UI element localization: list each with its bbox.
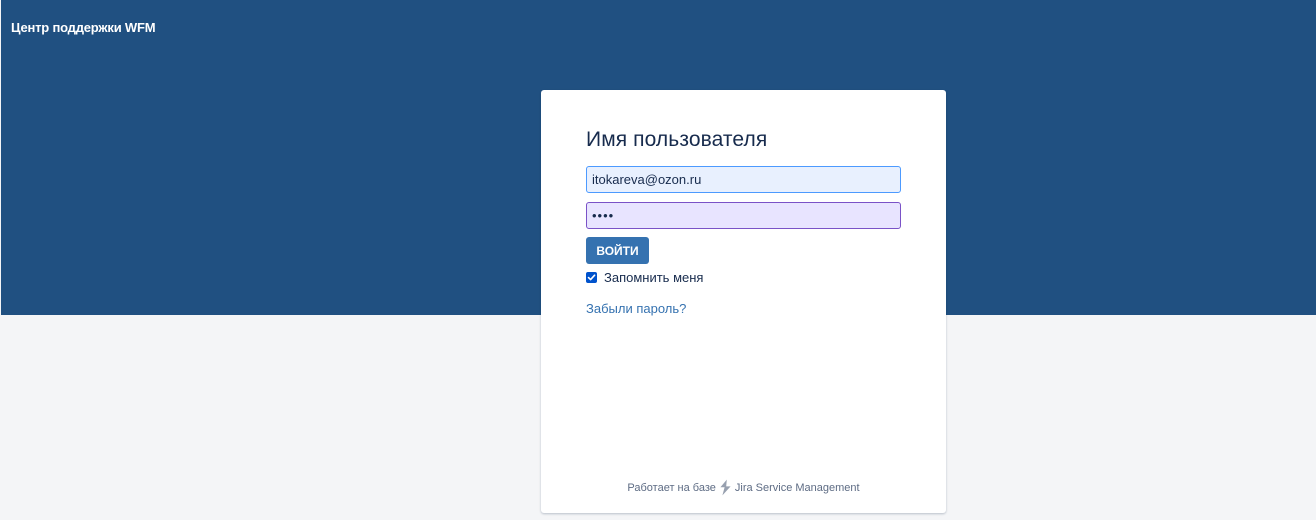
check-icon — [587, 274, 596, 281]
forgot-password-link[interactable]: Забыли пароль? — [586, 301, 686, 316]
password-input[interactable] — [586, 202, 901, 229]
login-title: Имя пользователя — [586, 128, 768, 151]
powered-by-prefix: Работает на базе — [627, 481, 716, 494]
remember-checkbox[interactable] — [586, 272, 597, 283]
jira-service-management-icon — [719, 479, 732, 496]
powered-by-footer: Работает на базе Jira Service Management — [541, 479, 946, 496]
login-button[interactable]: ВОЙТИ — [586, 237, 649, 264]
remember-me[interactable]: Запомнить меня — [586, 270, 703, 285]
remember-label: Запомнить меня — [604, 270, 704, 285]
portal-title-link[interactable]: Центр поддержки WFM — [11, 20, 156, 35]
page: Центр поддержки WFM Имя пользователя ВОЙ… — [0, 0, 1316, 520]
login-card: Имя пользователя ВОЙТИ Запомнить меня За… — [541, 90, 946, 513]
username-input[interactable] — [586, 166, 901, 193]
jira-service-management-link[interactable]: Jira Service Management — [735, 482, 860, 494]
